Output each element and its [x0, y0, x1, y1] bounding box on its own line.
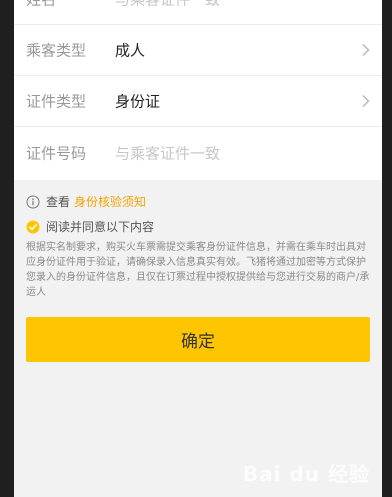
info-icon	[26, 195, 40, 208]
name-input[interactable]: 与乘客证件一致	[115, 0, 220, 10]
id-number-row: 证件号码 与乘客证件一致	[14, 127, 382, 178]
agree-checkbox-row[interactable]: 阅读并同意以下内容	[26, 218, 154, 235]
chevron-right-icon	[362, 44, 370, 56]
passenger-type-label: 乘客类型	[26, 41, 87, 60]
confirm-button[interactable]: 确定	[26, 317, 370, 362]
verification-notice-link[interactable]: 身份核验须知	[74, 193, 146, 210]
passenger-form: 姓名 与乘客证件一致 乘客类型 成人 证件类型 身份证	[14, 0, 382, 180]
watermark-logo: Bai du 经验	[242, 462, 370, 486]
real-name-description: 根据实名制要求，购买火车票需提交乘客身份证件信息，并需在乘车时出具对应身份证件用…	[26, 242, 370, 298]
id-number-label: 证件号码	[26, 144, 87, 162]
verification-notice: 查看 身份核验须知	[26, 193, 146, 210]
passenger-type-value: 成人	[115, 41, 146, 60]
name-row[interactable]: 姓名 与乘客证件一致	[14, 0, 382, 25]
id-type-row[interactable]: 证件类型 身份证	[14, 76, 382, 127]
checkbox-checked-icon[interactable]	[26, 220, 40, 234]
id-type-value: 身份证	[115, 92, 161, 111]
chevron-right-icon	[362, 95, 370, 107]
agree-label: 阅读并同意以下内容	[46, 220, 155, 234]
id-number-input[interactable]: 与乘客证件一致	[115, 142, 220, 163]
notice-prefix: 查看	[46, 195, 71, 209]
id-type-label: 证件类型	[26, 92, 87, 111]
screen: 姓名 与乘客证件一致 乘客类型 成人 证件类型 身份证	[14, 0, 382, 497]
passenger-type-row[interactable]: 乘客类型 成人	[14, 25, 382, 76]
name-label: 姓名	[26, 0, 56, 10]
